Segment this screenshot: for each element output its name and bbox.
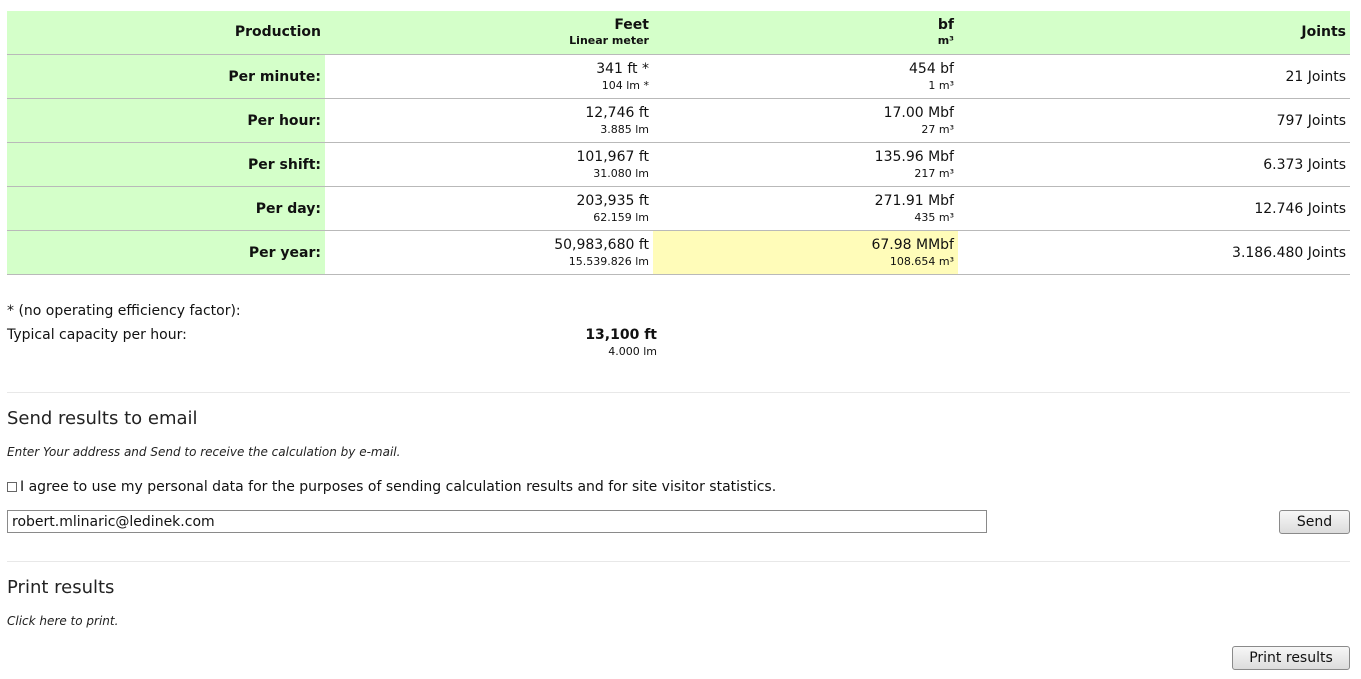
- joints-cell: 6.373 Joints: [958, 142, 1350, 187]
- bf-cell: 271.91 Mbf 435 m³: [653, 186, 958, 231]
- header-bf: bf m³: [653, 11, 958, 55]
- send-button[interactable]: Send: [1279, 510, 1350, 534]
- table-row: Per year: 50,983,680 ft 15.539.826 lm 67…: [7, 230, 1350, 275]
- print-hint[interactable]: Click here to print.: [7, 614, 118, 628]
- bf-cell-highlighted: 67.98 MMbf 108.654 m³: [653, 230, 958, 275]
- header-production: Production: [7, 11, 325, 55]
- row-label: Per shift:: [7, 142, 325, 187]
- header-feet: Feet Linear meter: [325, 11, 653, 55]
- consent-checkbox[interactable]: [7, 482, 17, 492]
- capacity-value-feet: 13,100 ft: [585, 327, 657, 343]
- consent-row: I agree to use my personal data for the …: [7, 479, 776, 495]
- divider: [7, 561, 1350, 562]
- table-row: Per day: 203,935 ft 62.159 lm 271.91 Mbf…: [7, 186, 1350, 231]
- table-row: Per shift: 101,967 ft 31.080 lm 135.96 M…: [7, 142, 1350, 187]
- capacity-value: 13,100 ft 4.000 lm: [585, 327, 657, 359]
- row-label: Per day:: [7, 186, 325, 231]
- joints-cell: 12.746 Joints: [958, 186, 1350, 231]
- joints-cell: 797 Joints: [958, 98, 1350, 143]
- capacity-value-lm: 4.000 lm: [608, 345, 657, 358]
- email-field[interactable]: [7, 510, 987, 533]
- bf-cell: 135.96 Mbf 217 m³: [653, 142, 958, 187]
- divider: [7, 392, 1350, 393]
- header-joints: Joints: [958, 11, 1350, 55]
- row-label: Per year:: [7, 230, 325, 275]
- consent-label[interactable]: I agree to use my personal data for the …: [20, 479, 776, 495]
- email-section-title: Send results to email: [7, 408, 198, 429]
- feet-cell: 341 ft * 104 lm *: [325, 54, 653, 99]
- row-label: Per minute:: [7, 54, 325, 99]
- print-results-button[interactable]: Print results: [1232, 646, 1350, 670]
- production-table: Production Feet Linear meter bf m³ Joint…: [7, 11, 1350, 275]
- print-section-title: Print results: [7, 577, 115, 598]
- joints-cell: 3.186.480 Joints: [958, 230, 1350, 275]
- table-row: Per minute: 341 ft * 104 lm * 454 bf 1 m…: [7, 54, 1350, 99]
- bf-cell: 17.00 Mbf 27 m³: [653, 98, 958, 143]
- feet-cell: 101,967 ft 31.080 lm: [325, 142, 653, 187]
- table-row: Per hour: 12,746 ft 3.885 lm 17.00 Mbf 2…: [7, 98, 1350, 143]
- capacity-label: Typical capacity per hour:: [7, 327, 187, 343]
- email-hint: Enter Your address and Send to receive t…: [7, 445, 401, 459]
- feet-cell: 12,746 ft 3.885 lm: [325, 98, 653, 143]
- row-label: Per hour:: [7, 98, 325, 143]
- feet-cell: 50,983,680 ft 15.539.826 lm: [325, 230, 653, 275]
- feet-cell: 203,935 ft 62.159 lm: [325, 186, 653, 231]
- joints-cell: 21 Joints: [958, 54, 1350, 99]
- efficiency-note: * (no operating efficiency factor):: [7, 303, 241, 319]
- bf-cell: 454 bf 1 m³: [653, 54, 958, 99]
- table-header-row: Production Feet Linear meter bf m³ Joint…: [7, 11, 1350, 55]
